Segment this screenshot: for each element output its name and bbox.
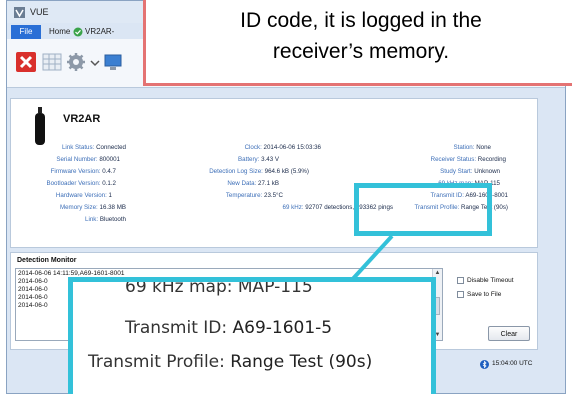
- field-serial-number: Serial Number: 800001: [56, 156, 120, 163]
- spreadsheet-icon[interactable]: [41, 51, 63, 73]
- checkbox-box[interactable]: [457, 291, 464, 298]
- detection-monitor-title: Detection Monitor: [17, 257, 77, 264]
- field-link-status: Link Status: Connected: [61, 144, 126, 151]
- app-title: VUE: [30, 7, 49, 17]
- zoom-transmit-profile: Transmit Profile: Range Test (90s): [88, 352, 373, 372]
- log-line: 2014-06-0: [18, 278, 48, 285]
- field-firmware-version: Firmware Version: 0.4.7: [50, 168, 116, 175]
- callout-caption-box: ID code, it is logged in the receiver’s …: [143, 0, 572, 86]
- vue-logo-icon: [14, 7, 25, 18]
- field-temperature: Temperature: 23.5°C: [225, 192, 283, 199]
- log-line: 2014-06-0: [18, 302, 48, 309]
- caption-line-1: ID code, it is logged in the: [240, 9, 482, 32]
- gear-icon[interactable]: [65, 51, 87, 73]
- log-line: 2014-06-06 14:11:59,A69-1601-8001: [18, 270, 125, 277]
- bluetooth-icon: [480, 360, 489, 369]
- field-clock: Clock: 2014-06-06 15:03:36: [244, 144, 321, 151]
- field-station: Station: None: [453, 144, 491, 151]
- field-bootloader-version: Bootloader Version: 0.1.2: [46, 180, 116, 187]
- receiver-device-icon: [35, 107, 45, 145]
- zoom-callout: 69 kHz map: MAP-115 Transmit ID: A69-160…: [68, 277, 436, 394]
- field-memory-size: Memory Size: 16.38 MB: [59, 204, 126, 211]
- log-line: 2014-06-0: [18, 294, 48, 301]
- check-circle-icon: [73, 27, 83, 37]
- chevron-down-icon[interactable]: [89, 51, 101, 73]
- clear-button[interactable]: Clear: [488, 326, 530, 341]
- field-battery: Battery: 3.43 V: [238, 156, 279, 163]
- zoom-map-line: 69 kHz map: MAP-115: [125, 277, 313, 297]
- log-line: 2014-06-0: [18, 286, 48, 293]
- field-hardware-version: Hardware Version: 1: [55, 192, 112, 199]
- disable-timeout-checkbox[interactable]: Disable Timeout: [457, 277, 514, 284]
- field-new-data: New Data: 27.1 kB: [227, 180, 279, 187]
- status-time: 15:04:00 UTC: [492, 360, 533, 367]
- delete-icon[interactable]: [15, 51, 37, 73]
- device-name: VR2AR: [63, 113, 101, 125]
- field-study-start: Study Start: Unknown: [440, 168, 500, 175]
- field-link: Link: Bluetooth: [85, 216, 126, 223]
- monitor-icon[interactable]: [103, 51, 123, 73]
- callout-caption: ID code, it is logged in the receiver’s …: [146, 5, 572, 67]
- field-receiver-status: Receiver Status: Recording: [430, 156, 506, 163]
- field-detection-log-size: Detection Log Size: 964.6 kB (5.9%): [209, 168, 309, 175]
- save-to-file-checkbox[interactable]: Save to File: [457, 291, 501, 298]
- caption-line-2: receiver’s memory.: [272, 40, 450, 63]
- transmit-highlight-box: [354, 183, 492, 236]
- scroll-up-icon[interactable]: ▲: [434, 270, 441, 277]
- zoom-transmit-id: Transmit ID: A69-1601-5: [125, 318, 333, 338]
- tab-device[interactable]: VR2AR-: [71, 25, 120, 39]
- tab-file[interactable]: File: [11, 25, 41, 39]
- tab-device-label: VR2AR-: [85, 27, 115, 36]
- checkbox-box[interactable]: [457, 277, 464, 284]
